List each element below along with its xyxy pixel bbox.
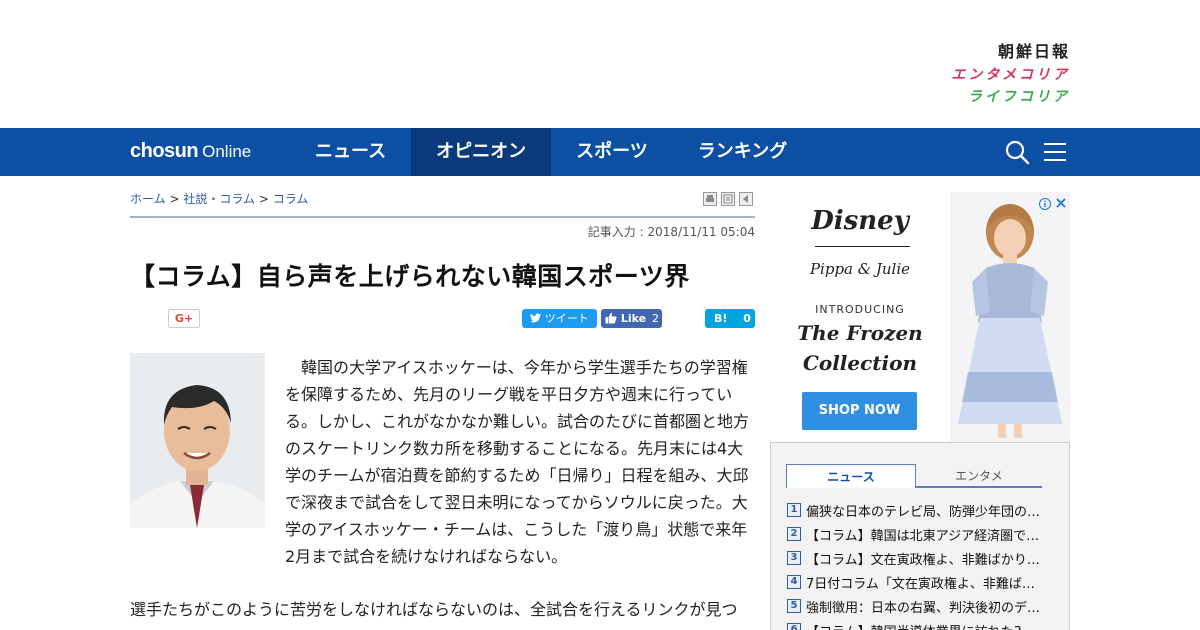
advertisement[interactable]: Disney Pippa & Julie INTRODUCING The Fro… [770, 192, 1070, 442]
article-paragraph-2: 選手たちがこのように苦労をしなければならないのは、全試合を行えるリンクが見つ [130, 600, 738, 619]
ad-introducing: INTRODUCING [815, 303, 905, 316]
facebook-like-button[interactable]: Like 2 [601, 309, 662, 328]
rank-number: 5 [787, 599, 801, 613]
ad-product-image [950, 192, 1070, 442]
rank-title[interactable]: 【コラム】韓国は北東アジア経済圏で… [806, 525, 1039, 544]
close-icon[interactable] [1055, 194, 1067, 208]
ranking-list: 1 偏狭な日本のテレビ局、防弾少年団の… 2 【コラム】韓国は北東アジア経済圏で… … [787, 498, 1057, 630]
list-item[interactable]: 4 7日付コラム「文在寅政権よ、非難ば… [787, 570, 1057, 594]
list-item[interactable]: 1 偏狭な日本のテレビ局、防弾少年団の… [787, 498, 1057, 522]
tab-news[interactable]: ニュース [786, 464, 916, 488]
brand-links: 朝鮮日報 エンタメコリア ライフコリア [910, 44, 1070, 105]
print-icon[interactable] [703, 192, 717, 206]
shop-now-button[interactable]: SHOP NOW [802, 392, 917, 430]
search-icon[interactable] [1004, 139, 1030, 165]
ad-info-icon[interactable] [1039, 195, 1051, 210]
ad-collection-line2: Collection [802, 351, 918, 375]
breadcrumb-section[interactable]: 社説・コラム [183, 192, 255, 206]
nav-item-ranking[interactable]: ランキング [673, 128, 812, 176]
tweet-label: ツイート [544, 312, 589, 325]
ad-brand: Disney [811, 206, 909, 236]
article-paragraph: 韓国の大学アイスホッケーは、今年から学生選手たちの学習権を保障するため、先月のリ… [285, 358, 750, 566]
rank-number: 1 [787, 503, 801, 517]
back-arrow-icon[interactable] [739, 192, 753, 206]
author-photo [130, 353, 265, 528]
nav-item-sports[interactable]: スポーツ [551, 128, 673, 176]
list-item[interactable]: 5 強制徴用：日本の右翼、判決後初のデ… [787, 594, 1057, 618]
google-plus-button[interactable]: G+ [168, 309, 200, 328]
ad-collection: The Frozen Collection [770, 318, 950, 378]
site-logo[interactable]: chosun Online [130, 140, 251, 163]
rank-title[interactable]: 偏狭な日本のテレビ局、防弾少年団の… [806, 501, 1040, 520]
article-tools [703, 192, 753, 206]
rank-title[interactable]: 【コラム】韓国半導体業界に訪れた3… [806, 621, 1035, 630]
tweet-button[interactable]: ツイート [522, 309, 597, 328]
ranking-box: ニュース エンタメ 1 偏狭な日本のテレビ局、防弾少年団の… 2 【コラム】韓国は北… [770, 442, 1070, 630]
font-size-icon[interactable] [721, 192, 735, 206]
breadcrumb: ホーム > 社説・コラム > コラム [130, 190, 308, 207]
rank-number: 6 [787, 623, 801, 630]
rank-number: 2 [787, 527, 801, 541]
article-title: 【コラム】自ら声を上げられない韓国スポーツ界 [130, 262, 690, 291]
chosun-ilbo-link[interactable]: 朝鮮日報 [910, 44, 1070, 60]
list-item[interactable]: 6 【コラム】韓国半導体業界に訪れた3… [787, 618, 1057, 630]
article-timestamp: 記事入力 : 2018/11/11 05:04 [587, 225, 755, 239]
nav-item-news[interactable]: ニュース [290, 128, 411, 176]
list-item[interactable]: 2 【コラム】韓国は北東アジア経済圏で… [787, 522, 1057, 546]
tab-entame[interactable]: エンタメ [916, 464, 1042, 488]
like-label: Like [620, 312, 647, 325]
breadcrumb-current[interactable]: コラム [273, 192, 309, 206]
nav-items: ニュース オピニオン スポーツ ランキング [290, 128, 812, 176]
breadcrumb-home[interactable]: ホーム [130, 192, 166, 206]
rank-number: 3 [787, 551, 801, 565]
entame-korea-link[interactable]: エンタメコリア [910, 68, 1070, 82]
divider [130, 216, 755, 218]
breadcrumb-separator: > [169, 192, 180, 206]
logo-bold-text: chosun [130, 140, 199, 162]
twitter-bird-icon [530, 313, 542, 323]
life-korea-link[interactable]: ライフコリア [910, 90, 1070, 104]
ad-text-panel: Disney Pippa & Julie INTRODUCING The Fro… [770, 192, 950, 442]
like-count: 2 [651, 312, 659, 325]
thumbs-up-icon [605, 312, 617, 324]
list-item[interactable]: 3 【コラム】文在寅政権よ、非難ばかり… [787, 546, 1057, 570]
ad-divider [815, 246, 910, 247]
article-body: 韓国の大学アイスホッケーは、今年から学生選手たちの学習権を保障するため、先月のリ… [285, 354, 755, 570]
breadcrumb-separator: > [258, 192, 269, 206]
hatena-label: B! [714, 312, 728, 325]
rank-number: 4 [787, 575, 801, 589]
nav-item-opinion[interactable]: オピニオン [411, 128, 552, 176]
rank-title[interactable]: 7日付コラム「文在寅政権よ、非難ば… [806, 573, 1035, 592]
hatena-count: 0 [743, 312, 751, 325]
ad-collection-line1: The Frozen [797, 321, 923, 345]
rank-title[interactable]: 【コラム】文在寅政権よ、非難ばかり… [806, 549, 1040, 568]
hamburger-menu-icon[interactable] [1043, 140, 1067, 164]
hatena-bookmark-button[interactable]: B! 0 [705, 309, 755, 328]
main-navbar: chosun Online ニュース オピニオン スポーツ ランキング [0, 128, 1200, 176]
ad-sub-brand: Pippa & Julie [809, 260, 911, 278]
logo-light-text: Online [202, 142, 252, 161]
rank-title[interactable]: 強制徴用：日本の右翼、判決後初のデ… [806, 597, 1040, 616]
